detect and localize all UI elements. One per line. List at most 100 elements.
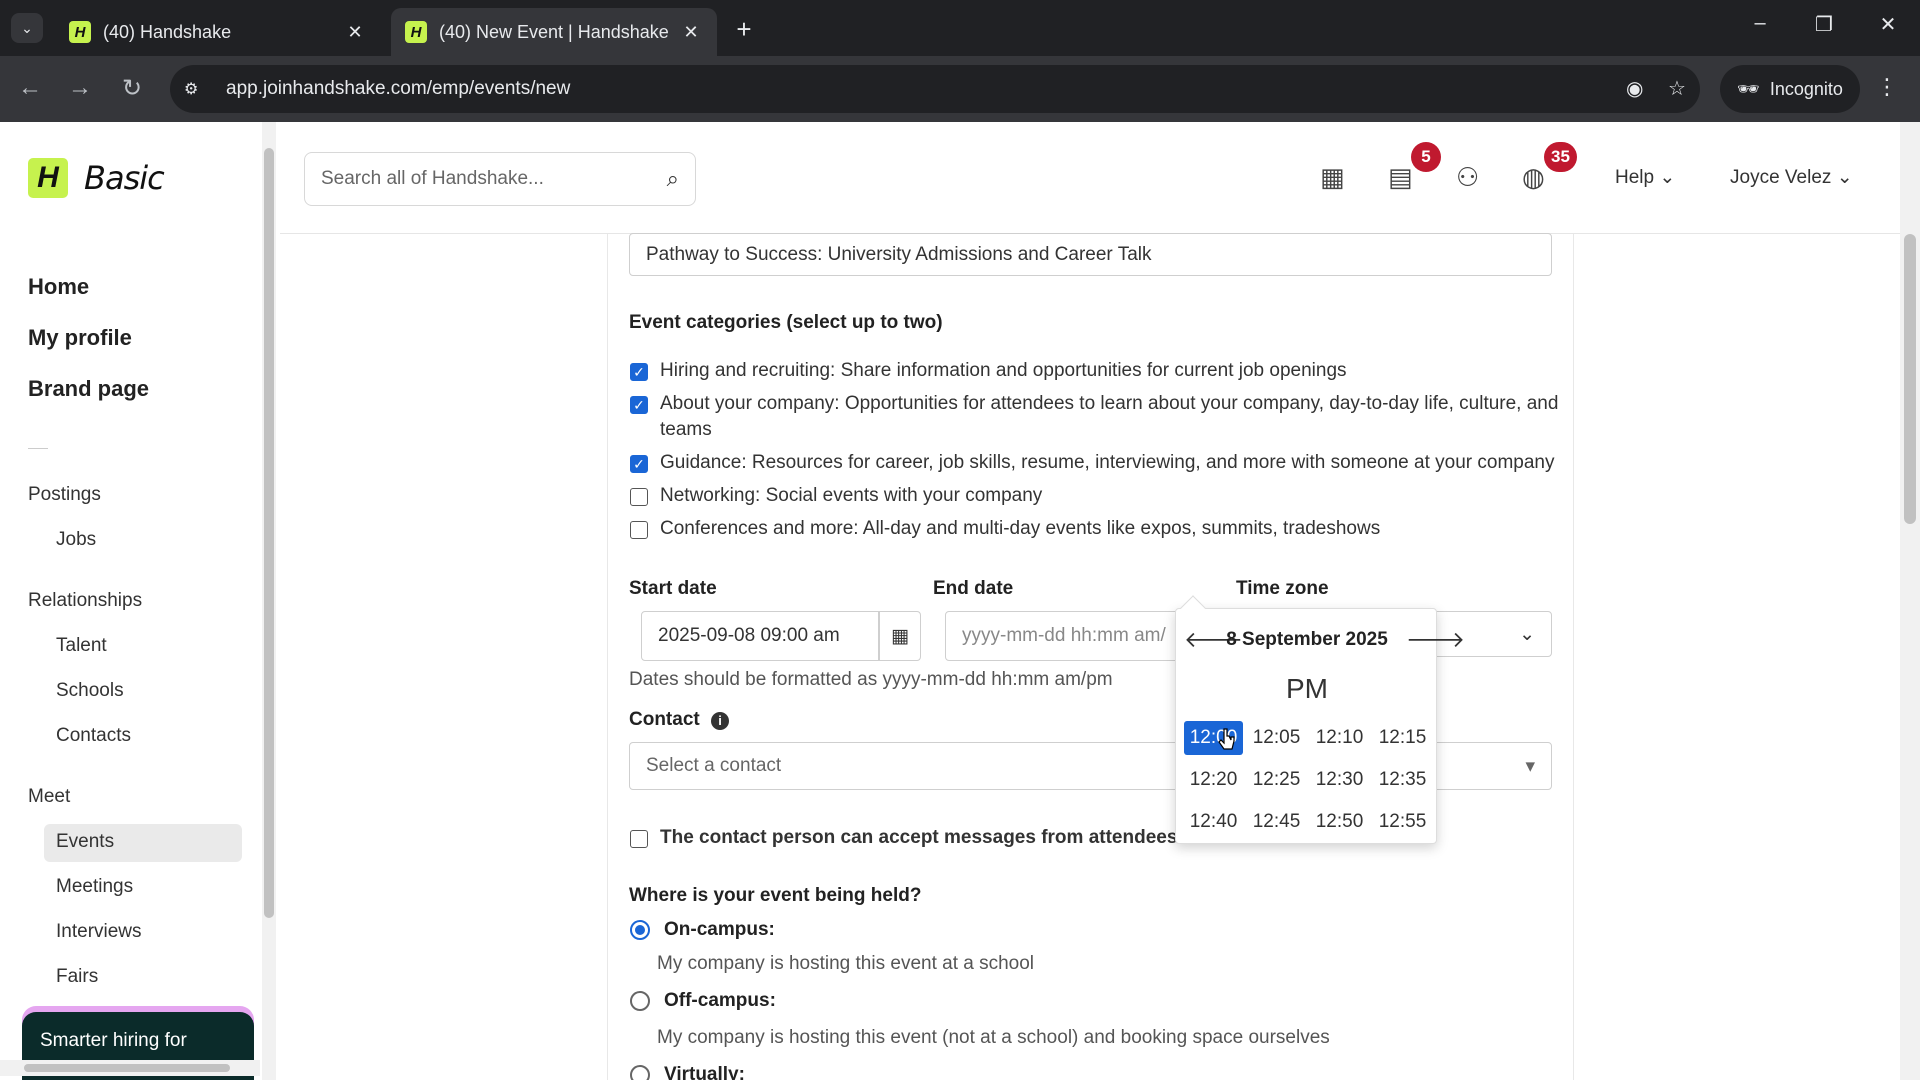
help-menu[interactable]: Help ⌄: [1615, 166, 1675, 189]
search-icon[interactable]: ⌕: [667, 166, 679, 192]
info-icon[interactable]: i: [711, 712, 730, 730]
time-option[interactable]: 12:55: [1371, 805, 1434, 839]
user-icon[interactable]: ⚇: [1456, 162, 1479, 193]
nav-jobs[interactable]: Jobs: [56, 529, 96, 551]
location-description: My company is hosting this event at a sc…: [657, 953, 1035, 974]
time-option[interactable]: 12:45: [1245, 805, 1308, 839]
tab-search-dropdown[interactable]: ⌄: [11, 13, 43, 43]
nav-meetings[interactable]: Meetings: [56, 876, 133, 898]
nav-home[interactable]: Home: [28, 274, 89, 300]
checkbox-unchecked[interactable]: [630, 830, 648, 848]
location-on-campus[interactable]: On-campus:: [630, 919, 775, 941]
url-text[interactable]: app.joinhandshake.com/emp/events/new: [226, 78, 570, 100]
checkbox-unchecked[interactable]: [630, 521, 648, 539]
incognito-indicator[interactable]: 🕶 Incognito: [1720, 65, 1860, 113]
restore-icon[interactable]: ❐: [1804, 12, 1844, 37]
nav-divider: [28, 448, 48, 449]
category-label: Hiring and recruiting: Share information…: [660, 360, 1347, 381]
bookmark-star-icon[interactable]: ☆: [1668, 76, 1686, 101]
radio-selected[interactable]: [630, 920, 650, 940]
category-networking[interactable]: Networking: Social events with your comp…: [630, 483, 1580, 509]
time-option[interactable]: 12:35: [1371, 763, 1434, 797]
category-label: Conferences and more: All-day and multi-…: [660, 518, 1381, 539]
nav-my-profile[interactable]: My profile: [28, 325, 132, 351]
browser-tab-handshake[interactable]: H (40) Handshake ✕: [55, 8, 381, 56]
category-guidance[interactable]: ✓ Guidance: Resources for career, job sk…: [630, 450, 1580, 476]
address-bar[interactable]: ⚙ app.joinhandshake.com/emp/events/new ◉…: [170, 65, 1700, 113]
category-label: Networking: Social events with your comp…: [660, 485, 1043, 506]
radio-unselected[interactable]: [630, 991, 650, 1011]
event-name-input[interactable]: Pathway to Success: University Admission…: [629, 233, 1552, 276]
sidebar-scrollbar-thumb[interactable]: [264, 148, 274, 918]
time-option[interactable]: 12:05: [1245, 721, 1308, 755]
time-option[interactable]: 12:50: [1308, 805, 1371, 839]
close-tab-icon[interactable]: ✕: [679, 22, 703, 43]
end-date-input[interactable]: yyyy-mm-dd hh:mm am/: [945, 611, 1185, 661]
next-day-icon[interactable]: 🡒: [1406, 627, 1465, 653]
nav-talent[interactable]: Talent: [56, 635, 107, 657]
sidebar-horizontal-scrollbar-thumb[interactable]: [24, 1064, 230, 1072]
browser-tab-new-event[interactable]: H (40) New Event | Handshake ✕: [391, 8, 717, 56]
start-date-label: Start date: [629, 578, 717, 599]
radio-unselected[interactable]: [630, 1065, 650, 1080]
globe-icon[interactable]: ◍: [1522, 162, 1545, 193]
location-description: My company is hosting this event (not at…: [657, 1027, 1330, 1048]
nav-brand-page[interactable]: Brand page: [28, 376, 149, 402]
tracking-protection-icon[interactable]: ◉: [1626, 76, 1643, 101]
close-tab-icon[interactable]: ✕: [343, 22, 367, 43]
time-option[interactable]: 12:30: [1308, 763, 1371, 797]
checkbox-checked[interactable]: ✓: [630, 396, 648, 414]
minimize-icon[interactable]: –: [1740, 12, 1780, 35]
back-icon[interactable]: ←: [14, 74, 46, 102]
location-off-campus[interactable]: Off-campus:: [630, 990, 776, 1012]
app-header: Search all of Handshake... ⌕ ▦ ▤ 5 ⚇ ◍ 3…: [280, 122, 1900, 234]
chevron-down-icon: ⌄: [1836, 167, 1853, 188]
browser-menu-icon[interactable]: ⋮: [1876, 74, 1898, 100]
location-virtually[interactable]: Virtually:: [630, 1064, 745, 1080]
time-option[interactable]: 12:25: [1245, 763, 1308, 797]
nav-interviews[interactable]: Interviews: [56, 921, 142, 943]
category-about-company[interactable]: ✓ About your company: Opportunities for …: [630, 391, 1580, 443]
time-picker-date: 8 September 2025: [1226, 629, 1388, 650]
new-tab-button[interactable]: +: [728, 14, 760, 45]
main-scrollbar-thumb[interactable]: [1904, 234, 1916, 524]
time-option[interactable]: 12:10: [1308, 721, 1371, 755]
checkbox-checked[interactable]: ✓: [630, 363, 648, 381]
contact-label-text: Contact: [629, 709, 700, 730]
checkbox-checked[interactable]: ✓: [630, 455, 648, 473]
time-option[interactable]: 12:15: [1371, 721, 1434, 755]
location-question: Where is your event being held?: [629, 885, 922, 906]
nav-section-postings[interactable]: Postings: [28, 484, 101, 506]
contact-messages-option[interactable]: The contact person can accept messages f…: [630, 825, 1177, 851]
help-label: Help: [1615, 167, 1655, 188]
category-hiring[interactable]: ✓ Hiring and recruiting: Share informati…: [630, 358, 1580, 384]
nav-contacts[interactable]: Contacts: [56, 725, 131, 747]
messages-badge: 5: [1411, 142, 1441, 172]
category-conferences[interactable]: Conferences and more: All-day and multi-…: [630, 516, 1580, 542]
reload-icon[interactable]: ↻: [116, 74, 148, 103]
nav-events[interactable]: Events: [56, 831, 114, 853]
time-option[interactable]: 12:20: [1182, 763, 1245, 797]
category-label: Guidance: Resources for career, job skil…: [660, 452, 1555, 473]
search-placeholder: Search all of Handshake...: [321, 168, 544, 189]
logo[interactable]: H Basic: [28, 158, 165, 198]
time-option[interactable]: 12:40: [1182, 805, 1245, 839]
nav-section-relationships[interactable]: Relationships: [28, 590, 142, 612]
user-menu[interactable]: Joyce Velez ⌄: [1730, 166, 1853, 189]
site-info-icon[interactable]: ⚙: [184, 79, 212, 99]
calendar-button[interactable]: ▦: [879, 611, 921, 661]
close-window-icon[interactable]: ✕: [1868, 12, 1908, 37]
nav-section-meet[interactable]: Meet: [28, 786, 70, 808]
browser-tab-bar: ⌄ H (40) Handshake ✕ H (40) New Event | …: [0, 0, 1920, 56]
start-date-input[interactable]: 2025-09-08 09:00 am: [641, 611, 879, 661]
checkbox-unchecked[interactable]: [630, 488, 648, 506]
messages-icon[interactable]: ▤: [1388, 162, 1413, 193]
nav-schools[interactable]: Schools: [56, 680, 124, 702]
handshake-logo-icon: H: [28, 158, 68, 198]
time-period[interactable]: PM: [1176, 673, 1438, 705]
incognito-icon: 🕶: [1737, 78, 1760, 99]
search-input[interactable]: Search all of Handshake... ⌕: [304, 152, 696, 206]
calendar-icon[interactable]: ▦: [1320, 162, 1345, 193]
forward-icon[interactable]: →: [64, 74, 96, 102]
nav-fairs[interactable]: Fairs: [56, 966, 98, 988]
